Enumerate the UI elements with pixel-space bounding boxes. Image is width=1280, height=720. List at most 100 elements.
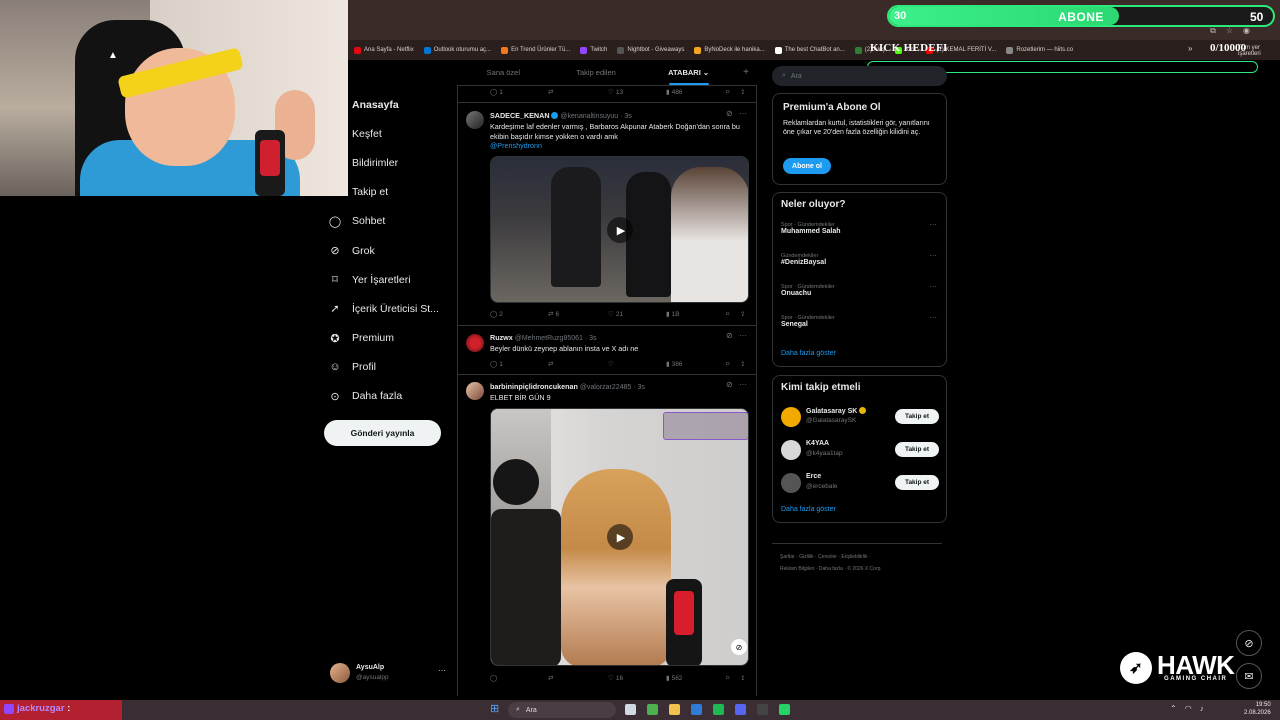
reply-button[interactable]: ◯ 2 — [490, 310, 503, 319]
follow-show-more[interactable]: Daha fazla göster — [781, 506, 836, 513]
store-icon[interactable] — [691, 704, 702, 715]
tweet-barbi[interactable]: barbininpiçlidroncukenan @valorzar22485 … — [458, 375, 756, 695]
sidebar-item-bookmark[interactable]: ⌑ Yer İşaretleri — [328, 265, 456, 294]
reply-button[interactable]: ◯ 1 — [490, 360, 503, 369]
bookmark-item[interactable]: En Trend Ürünler Tü... — [501, 46, 570, 54]
sidebar-item-rocket[interactable]: ➚ İçerik Üreticisi St... — [328, 294, 456, 323]
sidebar-item-chat[interactable]: ◯ Sohbet — [328, 207, 456, 236]
bookmark-button[interactable]: ⌑ — [726, 360, 729, 368]
repost-button[interactable]: ⇄ — [548, 674, 553, 682]
share-button[interactable]: ⇪ — [740, 360, 745, 368]
bookmark-item[interactable]: Twitch — [580, 46, 607, 54]
more-icon[interactable]: ··· — [929, 282, 937, 291]
tweet-video[interactable]: ▶ — [490, 156, 749, 303]
like-button[interactable]: ♡ 13 — [608, 88, 623, 97]
follow-button[interactable]: Takip et — [895, 409, 939, 424]
bookmark-button[interactable]: ⌑ — [726, 88, 729, 96]
more-bookmarks-chevron[interactable]: » — [1188, 44, 1192, 53]
trend-item[interactable]: Spor · Gündemdekiler Muhammed Salah ··· — [781, 220, 941, 235]
views-button[interactable]: ▮ 486 — [666, 88, 682, 97]
more-icon[interactable]: ··· — [929, 251, 937, 260]
search-input[interactable]: ⌕ Ara — [772, 66, 947, 86]
windows-start-icon[interactable]: ⊞ — [490, 703, 502, 715]
share-button[interactable]: ⇪ — [740, 88, 745, 96]
more-icon[interactable]: ··· — [929, 313, 937, 322]
bookmark-item[interactable]: Nightbot - Giveaways — [617, 46, 684, 54]
star-icon[interactable]: ☆ — [1226, 26, 1233, 36]
like-button[interactable]: ♡ 21 — [608, 310, 623, 319]
file-icon[interactable] — [625, 704, 636, 715]
tab-following[interactable]: Takip edilen — [550, 60, 643, 85]
bookmark-item[interactable]: The best ChatBot an... — [774, 46, 845, 54]
sidebar-item-grok[interactable]: ⊘ Grok — [328, 236, 456, 265]
tweet-ruzwx[interactable]: Ruzwx @MehmetRuzg85061 · 3s ⊘ ··· Beyler… — [458, 326, 756, 374]
author-name[interactable]: barbininpiçlidroncukenan — [490, 382, 578, 391]
profile-icon[interactable]: ◉ — [1243, 26, 1250, 36]
sidebar-item-profile[interactable]: ☺ Profil — [328, 353, 456, 382]
trend-item[interactable]: Spor · Gündemdekiler Senegal ··· — [781, 313, 941, 328]
like-button[interactable]: ♡ 16 — [608, 674, 623, 683]
folder-icon[interactable] — [669, 704, 680, 715]
grok-edit-icon[interactable]: ⊘ — [731, 639, 747, 655]
play-icon[interactable]: ▶ — [607, 524, 633, 550]
follow-suggestion[interactable]: K4YAA @k4yaa1tap Takip et — [781, 438, 941, 462]
share-button[interactable]: ⇪ — [740, 310, 745, 318]
add-tab-button[interactable]: + — [735, 60, 757, 85]
bookmark-item[interactable]: Outlook oturumu aç... — [423, 46, 491, 54]
bookmark-item[interactable]: ByNoDeck ile hanika... — [694, 46, 765, 54]
extensions-icon[interactable]: ⧉ — [1210, 26, 1216, 36]
sidebar-item-home[interactable]: Anasayfa — [328, 90, 456, 119]
repost-button[interactable]: ⇄ — [548, 88, 553, 96]
grok-icon[interactable]: ⊘ — [726, 380, 733, 389]
follow-suggestion[interactable]: Erce @ercebale Takip et — [781, 471, 941, 495]
reply-button[interactable]: ◯ 1 — [490, 88, 503, 97]
chevron-up-icon[interactable]: ⌃ — [1170, 704, 1177, 713]
account-switcher[interactable]: AysuAlp @aysualpp ··· — [330, 662, 450, 684]
more-icon[interactable]: ··· — [739, 380, 747, 389]
grok-icon[interactable]: ⊘ — [726, 109, 733, 118]
author-name[interactable]: SADECE_KENAN — [490, 111, 550, 120]
repost-button[interactable]: ⇄ — [548, 360, 553, 368]
more-icon[interactable]: ··· — [739, 109, 747, 118]
bookmark-button[interactable]: ⌑ — [726, 674, 729, 682]
tweet-kenan[interactable]: SADECE_KENAN @kenanaltinsuyuu · 3s ⊘ ···… — [458, 103, 756, 325]
obs-icon[interactable] — [757, 704, 768, 715]
grok-float-icon[interactable]: ⊘ — [1236, 630, 1262, 656]
tab-atabari[interactable]: ATABARI ⌄ — [642, 60, 735, 85]
author-name[interactable]: Ruzwx — [490, 333, 513, 342]
taskbar-search[interactable]: ⌕ Ara — [508, 702, 616, 718]
trends-show-more[interactable]: Daha fazla göster — [781, 350, 836, 357]
sidebar-item-bell[interactable]: Bildirimler — [328, 148, 456, 177]
footer-line-2[interactable]: Reklam Bilgileri · Daha fazla · © 2026 X… — [780, 563, 945, 575]
repost-button[interactable]: ⇄ 6 — [548, 310, 559, 319]
sidebar-item-follow[interactable]: Takip et — [328, 178, 456, 207]
spotify-icon[interactable] — [713, 704, 724, 715]
mention-link[interactable]: @Prenshydronn — [490, 141, 542, 150]
post-button[interactable]: Gönderi yayınla — [324, 420, 441, 446]
tab-for-you[interactable]: Sana özel — [457, 60, 550, 85]
volume-icon[interactable]: ♪ — [1200, 704, 1204, 713]
sidebar-item-more-circle[interactable]: ⊙ Daha fazla — [328, 382, 456, 411]
account-menu-icon[interactable]: ··· — [438, 666, 446, 675]
whatsapp-icon[interactable] — [779, 704, 790, 715]
footer-line-1[interactable]: Şartlar · Gizlilik · Çerezler · Erişileb… — [780, 551, 945, 563]
sidebar-item-premium[interactable]: ✪ Premium — [328, 324, 456, 353]
subscribe-button[interactable]: Abone ol — [783, 158, 831, 174]
play-icon[interactable]: ▶ — [607, 217, 633, 243]
reply-button[interactable]: ◯ — [490, 674, 497, 682]
bookmark-button[interactable]: ⌑ — [726, 310, 729, 318]
views-button[interactable]: ▮ 1B — [666, 310, 680, 319]
messages-float-icon[interactable]: ✉ — [1236, 663, 1262, 689]
views-button[interactable]: ▮ 386 — [666, 360, 682, 369]
grok-icon[interactable]: ⊘ — [726, 331, 733, 340]
bookmark-item[interactable]: Rozetlerim — hiits.co — [1006, 46, 1073, 54]
clock[interactable]: 19:50 2.08.2026 — [1244, 701, 1271, 717]
trend-item[interactable]: Spor · Gündemdekiler Onuachu ··· — [781, 282, 941, 297]
discord-icon[interactable] — [735, 704, 746, 715]
like-button[interactable]: ♡ — [608, 360, 614, 368]
bookmark-item[interactable]: Ana Sayfa - Netflix — [354, 46, 414, 54]
views-button[interactable]: ▮ 562 — [666, 674, 682, 683]
share-button[interactable]: ⇪ — [740, 674, 745, 682]
follow-button[interactable]: Takip et — [895, 442, 939, 457]
more-icon[interactable]: ··· — [739, 331, 747, 340]
